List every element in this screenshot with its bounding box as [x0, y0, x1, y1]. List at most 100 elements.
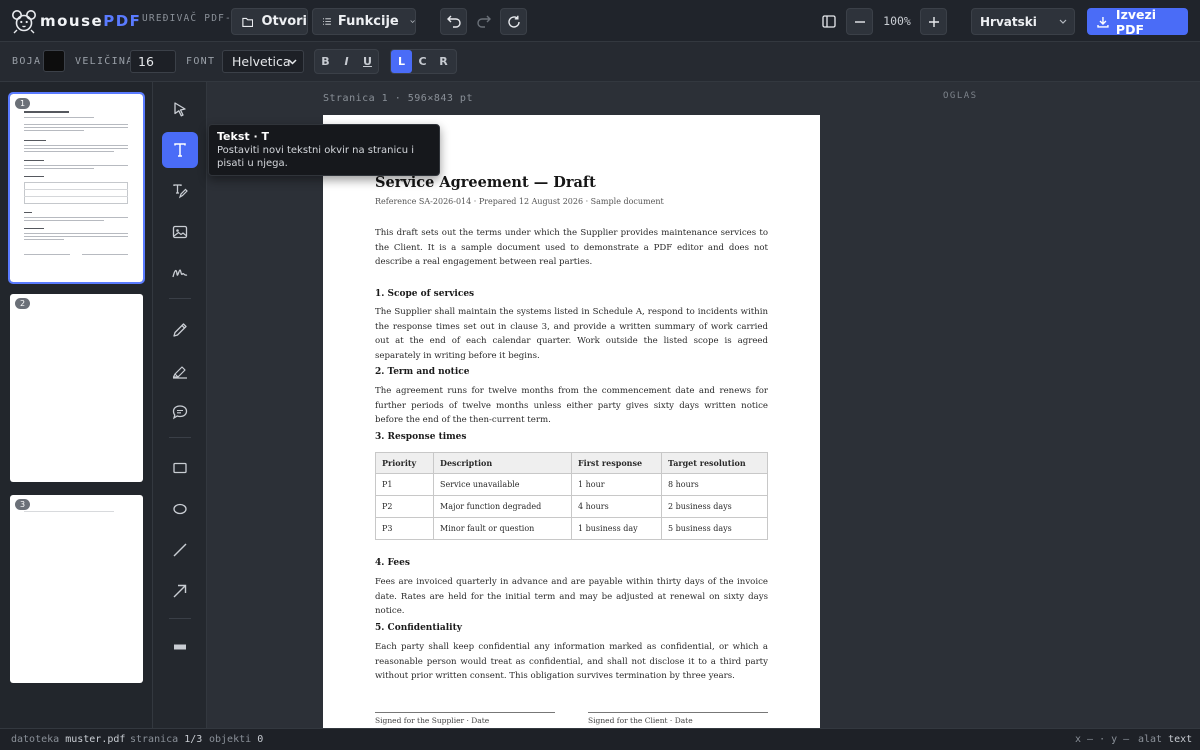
signature-line-supplier [375, 712, 555, 713]
page-thumbnail-2[interactable]: 2 [10, 294, 143, 482]
text-edit-tool[interactable] [162, 173, 198, 209]
status-file-value: muster.pdf [65, 734, 126, 745]
pen-tool[interactable] [162, 312, 198, 348]
section-heading[interactable]: 3. Response times [375, 432, 466, 442]
signature-icon [172, 269, 188, 278]
top-toolbar: mousePDF UREĐIVAČ PDF-a Otvori Funkcije … [0, 0, 1200, 42]
refresh-button[interactable] [500, 8, 527, 35]
line-tool[interactable] [162, 532, 198, 568]
undo-button[interactable] [440, 8, 467, 35]
language-select[interactable]: Hrvatski [971, 8, 1075, 35]
status-file: datoteka muster.pdf [11, 734, 126, 745]
zoom-level: 100% [883, 14, 911, 28]
export-button-label: Izvezi PDF [1115, 6, 1157, 37]
ellipse-tool[interactable] [162, 491, 198, 527]
document-title[interactable]: Service Agreement — Draft [375, 174, 596, 191]
color-label: BOJA [12, 56, 42, 67]
brand-name: mousePDF [40, 12, 142, 30]
functions-button[interactable]: Funkcije [312, 8, 416, 35]
font-family-select[interactable]: Helvetica [222, 50, 304, 73]
size-label: VELIČINA [75, 56, 134, 67]
page-thumbnails-panel: 1 2 3 [0, 82, 153, 728]
comment-tool[interactable] [162, 394, 198, 430]
underline-button[interactable]: U [357, 50, 378, 73]
table-row: P1 Service unavailable 1 hour 8 hours [375, 473, 768, 496]
intro-paragraph[interactable]: This draft sets out the terms under whic… [375, 226, 768, 270]
zoom-out-button[interactable] [846, 8, 873, 35]
table-row: P2 Major function degraded 4 hours 2 bus… [375, 495, 768, 518]
page-thumbnail-1[interactable]: 1 [8, 92, 145, 284]
italic-button[interactable]: I [336, 50, 357, 73]
tooltip-description: Postaviti novi tekstni okvir na stranicu… [217, 145, 415, 169]
alignment-group: L C R [390, 49, 457, 74]
response-times-table: Priority Description First response Targ… [375, 452, 768, 540]
table-cell: 1 business day [571, 517, 662, 540]
undo-icon [446, 15, 461, 28]
table-cell: 2 business days [661, 495, 768, 518]
table-cell: 8 hours [661, 473, 768, 496]
tool-separator [169, 618, 191, 619]
sidebar-icon [821, 15, 836, 28]
redo-icon [476, 15, 491, 28]
plus-icon [928, 16, 939, 27]
font-size-input[interactable]: 16 [130, 50, 176, 73]
redo-button[interactable] [470, 8, 497, 35]
rectangle-tool[interactable] [162, 450, 198, 486]
section-heading[interactable]: 2. Term and notice [375, 367, 469, 377]
sidebar-toggle-button[interactable] [815, 8, 842, 35]
text-tool[interactable] [162, 132, 198, 168]
text-icon [174, 143, 186, 157]
align-right-button[interactable]: R [433, 50, 454, 73]
tool-tooltip: Tekst · T Postaviti novi tekstni okvir n… [208, 124, 440, 176]
list-icon [323, 18, 331, 25]
select-tool[interactable] [162, 91, 198, 127]
bold-button[interactable]: B [315, 50, 336, 73]
arrow-icon [173, 584, 187, 598]
section-body[interactable]: The Supplier shall maintain the systems … [375, 305, 768, 363]
table-cell: P1 [375, 473, 434, 496]
table-cell: P2 [375, 495, 434, 518]
redact-tool[interactable] [162, 629, 198, 665]
section-body[interactable]: Each party shall keep confidential any i… [375, 640, 768, 684]
export-pdf-button[interactable]: Izvezi PDF [1087, 6, 1188, 37]
section-body[interactable]: The agreement runs for twelve months fro… [375, 384, 768, 428]
table-cell: Minor fault or question [433, 517, 572, 540]
comment-icon [172, 405, 188, 420]
document-canvas[interactable]: Stranica 1 · 596×843 pt OGLAS Service Ag… [207, 82, 1200, 728]
section-heading[interactable]: 5. Confidentiality [375, 623, 462, 633]
status-page-value: 1/3 [184, 734, 203, 745]
section-heading[interactable]: 1. Scope of services [375, 289, 474, 299]
section-heading[interactable]: 4. Fees [375, 558, 410, 568]
pdf-page[interactable]: Service Agreement — Draft Reference SA-2… [323, 115, 820, 728]
format-toolbar: BOJA VELIČINA FONT [0, 42, 1200, 82]
table-header-cell: Priority [375, 452, 434, 474]
pencil-icon [173, 323, 187, 337]
align-center-button[interactable]: C [412, 50, 433, 73]
zoom-in-button[interactable] [920, 8, 947, 35]
status-bar: datoteka muster.pdf stranica 1/3 objekti… [0, 728, 1200, 750]
tool-separator [169, 298, 191, 299]
highlight-tool[interactable] [162, 353, 198, 389]
arrow-tool[interactable] [162, 573, 198, 609]
functions-button-label: Funkcije [337, 14, 399, 29]
page-thumbnail-3[interactable]: 3 [10, 495, 143, 683]
status-tool-value: text [1168, 734, 1193, 745]
section-body[interactable]: Fees are invoiced quarterly in advance a… [375, 575, 768, 619]
open-button[interactable]: Otvori [231, 8, 308, 35]
status-coordinates: x — · y — [1075, 734, 1130, 745]
chevron-down-icon [288, 59, 297, 65]
image-icon [172, 225, 188, 239]
table-header-cell: First response [571, 452, 662, 474]
align-left-button[interactable]: L [391, 50, 412, 73]
refresh-icon [507, 15, 520, 28]
image-tool[interactable] [162, 214, 198, 250]
highlighter-icon [172, 366, 187, 379]
folder-icon [242, 17, 254, 27]
rectangle-icon [173, 462, 187, 474]
color-picker[interactable] [43, 50, 65, 72]
signature-tool[interactable] [162, 255, 198, 291]
document-subtitle[interactable]: Reference SA-2026-014 · Prepared 12 Augu… [375, 197, 664, 206]
table-cell: Major function degraded [433, 495, 572, 518]
mouse-logo-icon [12, 10, 36, 34]
tools-column [153, 82, 207, 728]
